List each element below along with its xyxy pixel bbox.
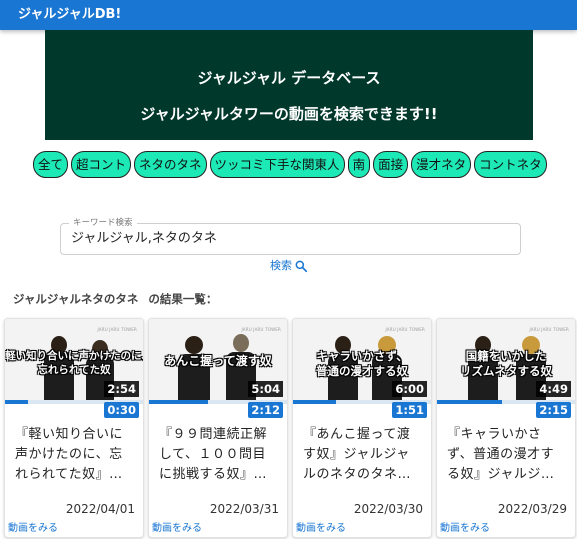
video-duration: 6:00 [392,381,427,397]
watch-progress-fill [437,400,502,404]
search-button[interactable]: 検索 [270,258,308,274]
video-thumbnail[interactable]: JARU JARU TOWER 軽い知り合いに声かけたのに、 忘れられてた奴 2… [5,319,143,400]
chip-conte[interactable]: コントネタ [474,151,547,178]
search-legend: キーワード検索 [69,217,137,229]
video-thumbnail[interactable]: JARU JARU TOWER 国籍をいかした リズムネタする奴 4:49 [437,319,575,400]
thumbnail-caption-line: 普通の漫才する奴 [316,364,408,378]
chip-tsukkomi[interactable]: ツッコミ下手な関東人 [209,151,345,178]
video-card[interactable]: JARU JARU TOWER あんこ握って渡す奴 5:04 2:12 『９９問… [148,318,288,538]
watch-progress-fill [5,400,29,404]
video-title[interactable]: 『軽い知り合いに声かけたのに、忘れられてた奴』… [15,425,135,485]
chip-neta-no-tane[interactable]: ネタのタネ [134,151,207,178]
app-bar: ジャルジャルDB! [0,0,577,30]
video-date: 2022/03/29 [497,502,567,516]
category-chips: 全て 超コント ネタのタネ ツッコミ下手な関東人 南 面接 漫才ネタ コントネタ [33,151,547,178]
video-card[interactable]: JARU JARU TOWER キャラいかさず、 普通の漫才する奴 6:00 1… [292,318,432,538]
video-card[interactable]: JARU JARU TOWER 軽い知り合いに声かけたのに、 忘れられてた奴 2… [4,318,144,538]
video-thumbnail[interactable]: JARU JARU TOWER あんこ握って渡す奴 5:04 [149,319,287,400]
watch-video-link[interactable]: 動画をみる [440,519,490,534]
watch-progress-fill [293,400,336,404]
watch-video-link[interactable]: 動画をみる [296,519,346,534]
chip-manzai[interactable]: 漫才ネタ [411,151,472,178]
results-query: ジャルジャルネタのタネ [13,292,139,306]
video-duration: 2:54 [104,381,139,397]
thumbnail-caption-line: あんこ握って渡す奴 [164,354,272,368]
chip-cho-conte[interactable]: 超コント [71,151,132,178]
results-suffix: の結果一覧： [148,292,218,306]
thumbnail-caption-line: 軽い知り合いに声かけたのに、 [5,350,143,362]
banner-subtitle: ジャルジャルタワーの動画を検索できます!! [140,105,438,123]
video-title[interactable]: 『キャラいかさず、普通の漫才する奴』ジャルジ… [447,425,567,485]
watch-progress-label: 2:15 [536,402,571,418]
hero-banner: ジャルジャル データベース ジャルジャルタワーの動画を検索できます!! [45,30,533,140]
watch-progress-label: 1:51 [392,402,427,418]
thumbnail-caption-line: キャラいかさず、 [316,349,408,363]
video-thumbnail[interactable]: JARU JARU TOWER キャラいかさず、 普通の漫才する奴 6:00 [293,319,431,400]
thumbnail-caption-line: 国籍をいかした [465,349,547,363]
search-button-label: 検索 [270,259,292,272]
thumbnail-caption-line: 忘れられてた奴 [37,364,111,376]
video-date: 2022/04/01 [65,502,135,516]
watch-progress-fill [149,400,209,404]
video-date: 2022/03/31 [209,502,279,516]
video-title[interactable]: 『９９問連続正解して、１００問目に挑戦する奴』… [159,425,279,485]
video-title[interactable]: 『あんこ握って渡す奴』ジャルジャルのネタのタネ… [303,425,423,485]
chip-all[interactable]: 全て [33,151,69,178]
watch-progress-label: 2:12 [248,402,283,418]
video-card[interactable]: JARU JARU TOWER 国籍をいかした リズムネタする奴 4:49 2:… [436,318,576,538]
watch-video-link[interactable]: 動画をみる [152,519,202,534]
search-input[interactable]: キーワード検索 ジャルジャル,ネタのタネ [60,217,521,255]
chip-minami[interactable]: 南 [347,151,371,178]
video-duration: 5:04 [248,381,283,397]
chip-mensetsu[interactable]: 面接 [373,151,409,178]
banner-title: ジャルジャル データベース [197,69,381,87]
app-title[interactable]: ジャルジャルDB! [18,7,121,23]
watch-progress-label: 0:30 [104,402,139,418]
results-heading: ジャルジャルネタのタネ の結果一覧： [13,292,217,306]
video-duration: 4:49 [536,381,571,397]
search-value[interactable]: ジャルジャル,ネタのタネ [71,231,217,247]
search-icon [295,260,308,273]
video-date: 2022/03/30 [353,502,423,516]
thumbnail-caption-line: リズムネタする奴 [460,364,552,378]
watch-video-link[interactable]: 動画をみる [8,519,58,534]
